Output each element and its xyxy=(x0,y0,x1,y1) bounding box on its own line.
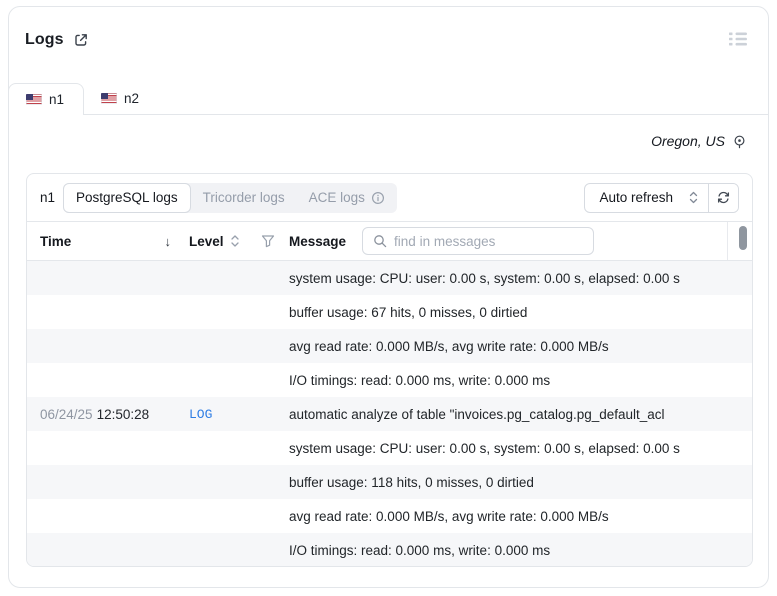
location-icon xyxy=(732,134,747,149)
log-time-cell xyxy=(40,509,189,524)
node-tab-label: n2 xyxy=(124,91,140,106)
log-time-cell xyxy=(40,441,189,456)
open-external-icon[interactable] xyxy=(73,32,89,48)
log-message-cell: system usage: CPU: user: 0.00 s, system:… xyxy=(289,440,680,456)
log-time-cell xyxy=(40,475,189,490)
chevron-up-down-icon xyxy=(689,191,698,204)
tab-label: PostgreSQL logs xyxy=(76,190,178,205)
log-row[interactable]: avg read rate: 0.000 MB/s, avg write rat… xyxy=(27,499,752,533)
log-message-cell: system usage: CPU: user: 0.00 s, system:… xyxy=(289,270,680,286)
log-type-tabs: PostgreSQL logs Tricorder logs ACE logs xyxy=(63,182,397,213)
header-spacer xyxy=(727,222,728,260)
log-rows: system usage: CPU: user: 0.00 s, system:… xyxy=(27,261,752,566)
tab-tricorder-logs[interactable]: Tricorder logs xyxy=(191,183,297,213)
node-label: n1 xyxy=(40,190,56,205)
filter-icon[interactable] xyxy=(261,234,275,248)
card-header: Logs xyxy=(25,31,89,49)
log-message-cell: avg read rate: 0.000 MB/s, avg write rat… xyxy=(289,508,609,524)
log-level-cell: LOG xyxy=(189,406,213,422)
auto-refresh-select[interactable]: Auto refresh xyxy=(585,184,708,212)
tab-postgresql-logs[interactable]: PostgreSQL logs xyxy=(63,182,191,213)
layout-list-icon[interactable] xyxy=(728,31,748,47)
log-message-cell: buffer usage: 67 hits, 0 misses, 0 dirti… xyxy=(289,304,528,320)
log-row[interactable]: system usage: CPU: user: 0.00 s, system:… xyxy=(27,431,752,465)
logs-panel: n1 PostgreSQL logs Tricorder logs ACE lo… xyxy=(26,173,753,567)
log-time-cell: 06/24/25 12:50:28 xyxy=(40,406,150,422)
column-header-level[interactable]: Level xyxy=(189,234,224,249)
log-row[interactable]: avg read rate: 0.000 MB/s, avg write rat… xyxy=(27,329,752,363)
column-header-time[interactable]: Time xyxy=(40,234,71,249)
sort-toggle-icon[interactable] xyxy=(230,234,240,248)
tab-ace-logs[interactable]: ACE logs xyxy=(297,183,397,213)
log-time-cell xyxy=(40,271,189,286)
log-message-cell: I/O timings: read: 0.000 ms, write: 0.00… xyxy=(289,542,551,558)
search-input[interactable] xyxy=(394,233,584,249)
log-time-cell xyxy=(40,373,189,388)
message-search xyxy=(362,227,595,255)
tab-label: Tricorder logs xyxy=(202,190,285,205)
logs-card: Logs n1 n2 Oregon, US n1 PostgreSQL logs… xyxy=(8,6,769,588)
logs-toolbar: n1 PostgreSQL logs Tricorder logs ACE lo… xyxy=(27,174,752,222)
node-tab-n2[interactable]: n2 xyxy=(84,83,158,114)
column-header-message: Message xyxy=(289,233,347,249)
log-row[interactable]: 06/24/25 12:50:28 LOG automatic analyze o… xyxy=(27,397,752,431)
sort-descending-icon[interactable]: ↓ xyxy=(165,234,172,249)
log-row[interactable]: I/O timings: read: 0.000 ms, write: 0.00… xyxy=(27,533,752,566)
search-icon xyxy=(373,234,387,248)
log-time-cell xyxy=(40,543,189,558)
log-row[interactable]: I/O timings: read: 0.000 ms, write: 0.00… xyxy=(27,363,752,397)
log-message-cell: automatic analyze of table "invoices.pg_… xyxy=(289,406,665,422)
us-flag-icon xyxy=(101,93,118,104)
refresh-controls: Auto refresh xyxy=(584,182,739,213)
node-tab-n1[interactable]: n1 xyxy=(8,83,85,115)
log-message-cell: I/O timings: read: 0.000 ms, write: 0.00… xyxy=(289,372,551,388)
region-label: Oregon, US xyxy=(651,133,725,149)
screen: Logs n1 n2 Oregon, US n1 PostgreSQL logs… xyxy=(0,0,777,596)
log-row[interactable]: system usage: CPU: user: 0.00 s, system:… xyxy=(27,261,752,295)
node-tab-strip: n1 n2 xyxy=(8,83,769,115)
log-row[interactable]: buffer usage: 67 hits, 0 misses, 0 dirti… xyxy=(27,295,752,329)
refresh-button[interactable] xyxy=(708,183,738,212)
page-title: Logs xyxy=(25,31,64,48)
tab-label: ACE logs xyxy=(308,190,365,205)
log-message-cell: avg read rate: 0.000 MB/s, avg write rat… xyxy=(289,338,609,354)
table-header: Time ↓ Level Message find in messages xyxy=(27,222,752,261)
log-time-cell xyxy=(40,305,189,320)
region-indicator: Oregon, US xyxy=(651,133,747,149)
scrollbar-thumb[interactable] xyxy=(739,226,747,250)
us-flag-icon xyxy=(26,94,42,105)
info-icon xyxy=(371,191,385,205)
auto-refresh-label: Auto refresh xyxy=(599,190,673,205)
log-time-cell xyxy=(40,339,189,354)
node-tab-label: n1 xyxy=(49,92,65,107)
log-message-cell: buffer usage: 118 hits, 0 misses, 0 dirt… xyxy=(289,474,534,490)
log-row[interactable]: buffer usage: 118 hits, 0 misses, 0 dirt… xyxy=(27,465,752,499)
